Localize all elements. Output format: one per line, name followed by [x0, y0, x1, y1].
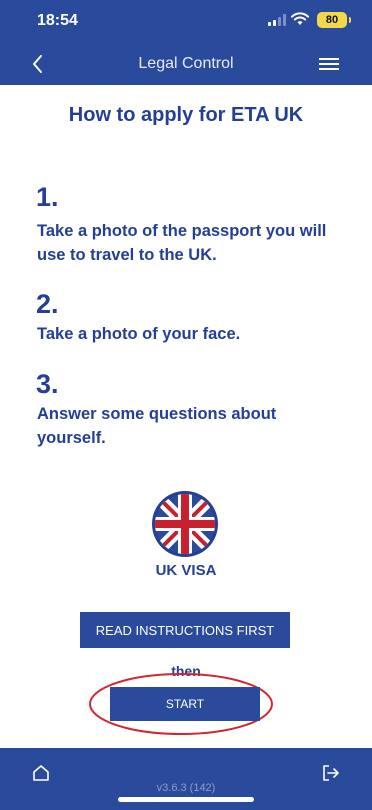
battery-level: 80 — [325, 14, 339, 26]
wifi-icon — [291, 12, 309, 25]
header-title: Legal Control — [138, 55, 234, 72]
then-label: then — [171, 663, 201, 679]
battery-icon: 80 — [317, 12, 351, 28]
step-3-text: Answer some questions about yourself. — [37, 405, 277, 447]
step-2-number: 2. — [36, 289, 59, 319]
home-icon[interactable] — [32, 764, 50, 782]
hamburger-menu-icon[interactable] — [318, 56, 340, 72]
start-button[interactable]: START — [110, 687, 260, 721]
uk-flag-icon — [152, 491, 218, 557]
home-indicator — [118, 797, 254, 802]
step-1-text: Take a photo of the passport you will us… — [37, 222, 327, 264]
version-label: v3.6.3 (142) — [156, 782, 216, 794]
step-2-text: Take a photo of your face. — [37, 325, 241, 343]
status-time: 18:54 — [37, 12, 78, 29]
step-1-number: 1. — [36, 182, 59, 212]
read-instructions-button[interactable]: READ INSTRUCTIONS FIRST — [80, 612, 290, 648]
logout-icon[interactable] — [322, 764, 340, 782]
signal-icon — [268, 14, 286, 26]
page-title: How to apply for ETA UK — [68, 104, 304, 126]
step-3-number: 3. — [36, 369, 59, 399]
logo-label: UK VISA — [155, 562, 217, 579]
